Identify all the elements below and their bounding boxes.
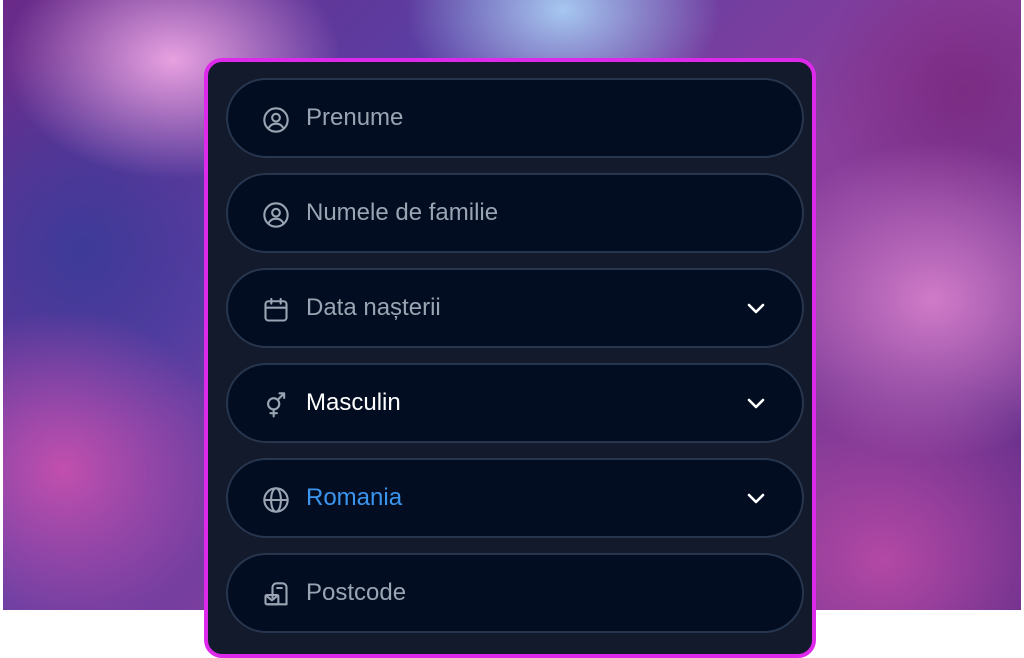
postcode-field[interactable]: Postcode bbox=[226, 553, 804, 633]
calendar-icon bbox=[262, 296, 290, 324]
gender-select[interactable]: Masculin bbox=[226, 363, 804, 443]
globe-icon bbox=[262, 486, 290, 514]
user-circle-icon bbox=[262, 201, 290, 229]
chevron-down-icon bbox=[744, 486, 768, 510]
postcode-placeholder: Postcode bbox=[306, 579, 407, 606]
mailbox-icon bbox=[262, 581, 290, 609]
last-name-field[interactable]: Numele de familie bbox=[226, 173, 804, 253]
first-name-field[interactable]: Prenume bbox=[226, 78, 804, 158]
first-name-placeholder: Prenume bbox=[306, 104, 404, 131]
gender-icon bbox=[262, 391, 290, 419]
chevron-down-icon bbox=[744, 391, 768, 415]
last-name-placeholder: Numele de familie bbox=[306, 199, 499, 226]
country-value: Romania bbox=[306, 484, 403, 511]
user-circle-icon bbox=[262, 106, 290, 134]
birth-date-placeholder: Data nașterii bbox=[306, 294, 441, 321]
gender-value: Masculin bbox=[306, 389, 401, 416]
birth-date-select[interactable]: Data nașterii bbox=[226, 268, 804, 348]
country-select[interactable]: Romania bbox=[226, 458, 804, 538]
chevron-down-icon bbox=[744, 296, 768, 320]
registration-form-card: Prenume Numele de familie Data nașterii bbox=[204, 58, 816, 658]
